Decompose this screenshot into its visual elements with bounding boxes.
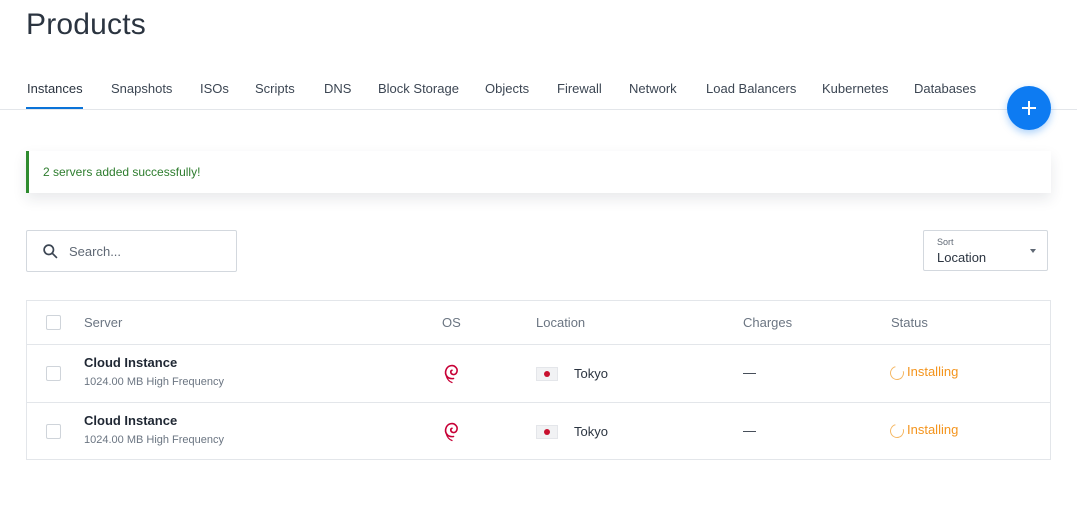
search-box [26, 230, 237, 272]
sort-select[interactable]: Sort Location [923, 230, 1048, 271]
table-header: Server OS Location Charges Status [27, 301, 1050, 345]
server-charges: — [743, 423, 756, 438]
row-checkbox[interactable] [46, 424, 61, 439]
table-row[interactable]: Cloud Instance 1024.00 MB High Frequency… [27, 403, 1050, 461]
product-tabs: Instances Snapshots ISOs Scripts DNS Blo… [0, 66, 1077, 110]
tab-network[interactable]: Network [629, 81, 677, 96]
alert-message: 2 servers added successfully! [43, 165, 201, 179]
tab-block-storage[interactable]: Block Storage [378, 81, 459, 96]
server-plan: 1024.00 MB High Frequency [84, 376, 225, 388]
column-header-os[interactable]: OS [442, 315, 461, 330]
tab-objects[interactable]: Objects [485, 81, 529, 96]
server-location: Tokyo [574, 424, 608, 439]
add-product-button[interactable] [1007, 86, 1051, 130]
column-header-status[interactable]: Status [891, 315, 928, 330]
search-icon [43, 244, 58, 259]
tab-instances[interactable]: Instances [27, 81, 83, 96]
server-plan: 1024.00 MB High Frequency [84, 434, 225, 446]
tab-isos[interactable]: ISOs [200, 81, 229, 96]
server-charges: — [743, 365, 756, 380]
debian-icon [444, 364, 458, 384]
tab-snapshots[interactable]: Snapshots [111, 81, 172, 96]
select-all-checkbox[interactable] [46, 315, 61, 330]
server-name[interactable]: Cloud Instance [84, 413, 177, 428]
table-row[interactable]: Cloud Instance 1024.00 MB High Frequency… [27, 345, 1050, 403]
loading-spinner-icon [887, 421, 907, 441]
sort-value: Location [937, 250, 987, 265]
debian-icon [444, 422, 458, 442]
tab-dns[interactable]: DNS [324, 81, 351, 96]
tab-scripts[interactable]: Scripts [255, 81, 295, 96]
loading-spinner-icon [887, 363, 907, 383]
japan-flag-icon [536, 367, 558, 381]
column-header-charges[interactable]: Charges [743, 315, 792, 330]
tab-firewall[interactable]: Firewall [557, 81, 602, 96]
japan-flag-icon [536, 425, 558, 439]
sort-label: Sort [937, 237, 954, 247]
column-header-server[interactable]: Server [84, 315, 122, 330]
status-badge: Installing [907, 364, 959, 379]
active-tab-indicator [26, 107, 83, 109]
tab-kubernetes[interactable]: Kubernetes [822, 81, 889, 96]
tab-load-balancers[interactable]: Load Balancers [706, 81, 796, 96]
instances-table: Server OS Location Charges Status Cloud … [26, 300, 1051, 460]
success-alert: 2 servers added successfully! [26, 151, 1051, 193]
server-location: Tokyo [574, 366, 608, 381]
page-title: Products [26, 8, 146, 41]
status-badge: Installing [907, 422, 959, 437]
search-input[interactable] [69, 241, 229, 261]
tab-databases[interactable]: Databases [914, 81, 976, 96]
server-name[interactable]: Cloud Instance [84, 355, 177, 370]
column-header-location[interactable]: Location [536, 315, 585, 330]
row-checkbox[interactable] [46, 366, 61, 381]
chevron-down-icon [1030, 249, 1036, 253]
